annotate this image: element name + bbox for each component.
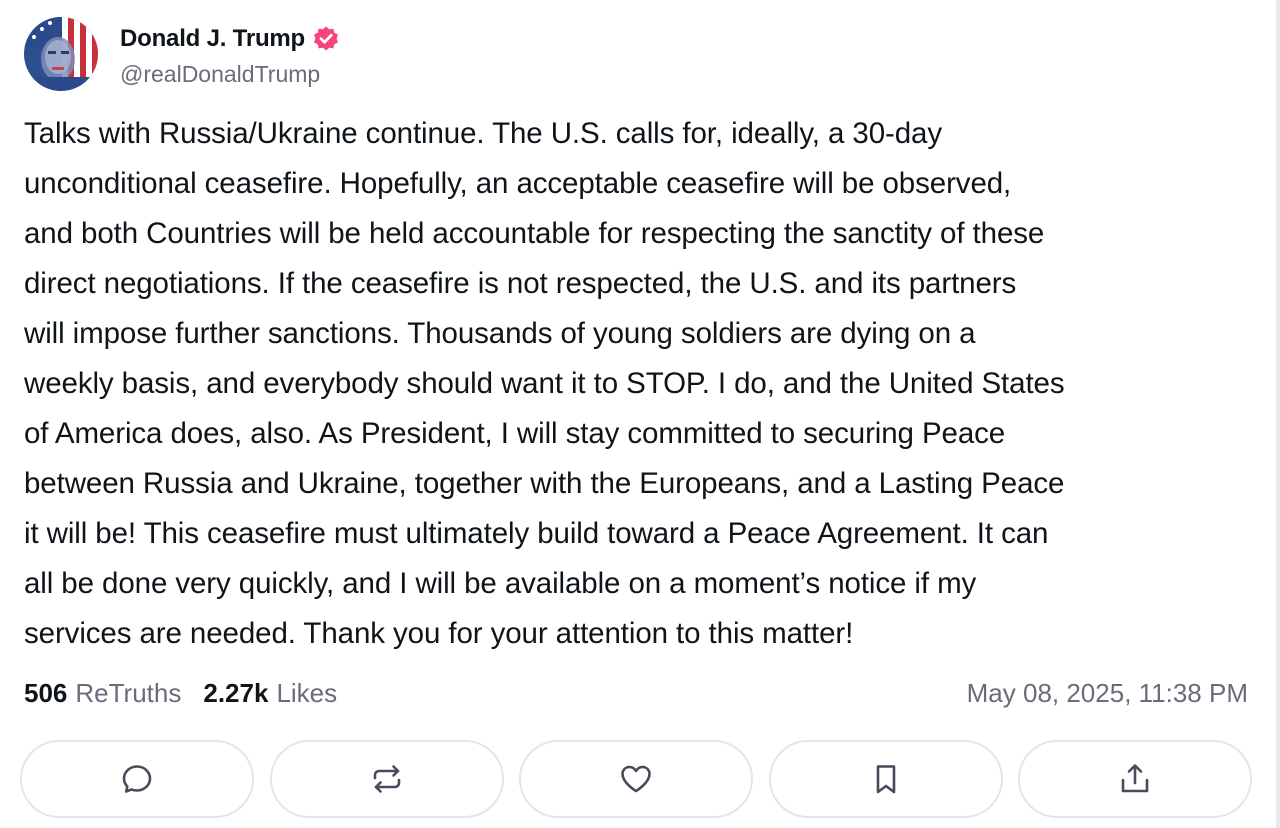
post-timestamp[interactable]: May 08, 2025, 11:38 PM: [967, 678, 1248, 709]
reply-button[interactable]: [20, 740, 254, 818]
reply-icon: [122, 765, 152, 793]
retruths-count: 506: [24, 677, 68, 708]
retruth-icon: [373, 765, 400, 793]
post-line: weekly basis, and everybody should want …: [24, 367, 1065, 400]
avatar-flag-portrait-icon: [24, 17, 98, 91]
scrollbar-track: [1276, 0, 1280, 828]
likes-count: 2.27k: [203, 677, 269, 708]
post-line: between Russia and Ukraine, together wit…: [24, 467, 1065, 500]
post-action-bar: [20, 740, 1252, 818]
post-body: Talks with Russia/Ukraine continue. The …: [24, 109, 1254, 659]
verified-badge-icon: [312, 25, 340, 53]
author-avatar[interactable]: [24, 17, 98, 91]
post-line: of America does, also. As President, I w…: [24, 417, 1006, 450]
retruths-stat[interactable]: 506 ReTruths: [24, 678, 181, 709]
like-icon: [621, 765, 651, 793]
post-header: Donald J. Trump @realDonaldTrump: [24, 16, 340, 92]
post-line: direct negotiations. If the ceasefire is…: [24, 267, 1017, 300]
share-button[interactable]: [1018, 740, 1252, 818]
bookmark-button[interactable]: [768, 740, 1003, 818]
post-line: will impose further sanctions. Thousands…: [24, 317, 976, 350]
likes-stat[interactable]: 2.27k Likes: [203, 678, 337, 709]
post-line: services are needed. Thank you for your …: [24, 617, 854, 650]
post-line: it will be! This ceasefire must ultimate…: [24, 517, 1049, 550]
post-line: Talks with Russia/Ukraine continue. The …: [24, 117, 943, 150]
author-handle[interactable]: @realDonaldTrump: [120, 61, 340, 88]
post-line: and both Countries will be held accounta…: [24, 217, 1045, 250]
share-icon: [1121, 764, 1149, 793]
post-stats: 506 ReTruths 2.27k Likes May 08, 2025, 11:…: [24, 670, 1248, 716]
display-name-row: Donald J. Trump: [120, 21, 340, 57]
post-line: all be done very quickly, and I will be …: [24, 567, 977, 600]
retruth-button[interactable]: [269, 740, 504, 818]
author-names: Donald J. Trump @realDonaldTrump: [120, 17, 340, 91]
author-display-name[interactable]: Donald J. Trump: [120, 25, 305, 53]
like-button[interactable]: [519, 740, 753, 818]
likes-label: Likes: [276, 677, 338, 708]
post-line: unconditional ceasefire. Hopefully, an a…: [24, 167, 1012, 200]
bookmark-icon: [876, 765, 895, 794]
retruths-label: ReTruths: [75, 677, 182, 708]
